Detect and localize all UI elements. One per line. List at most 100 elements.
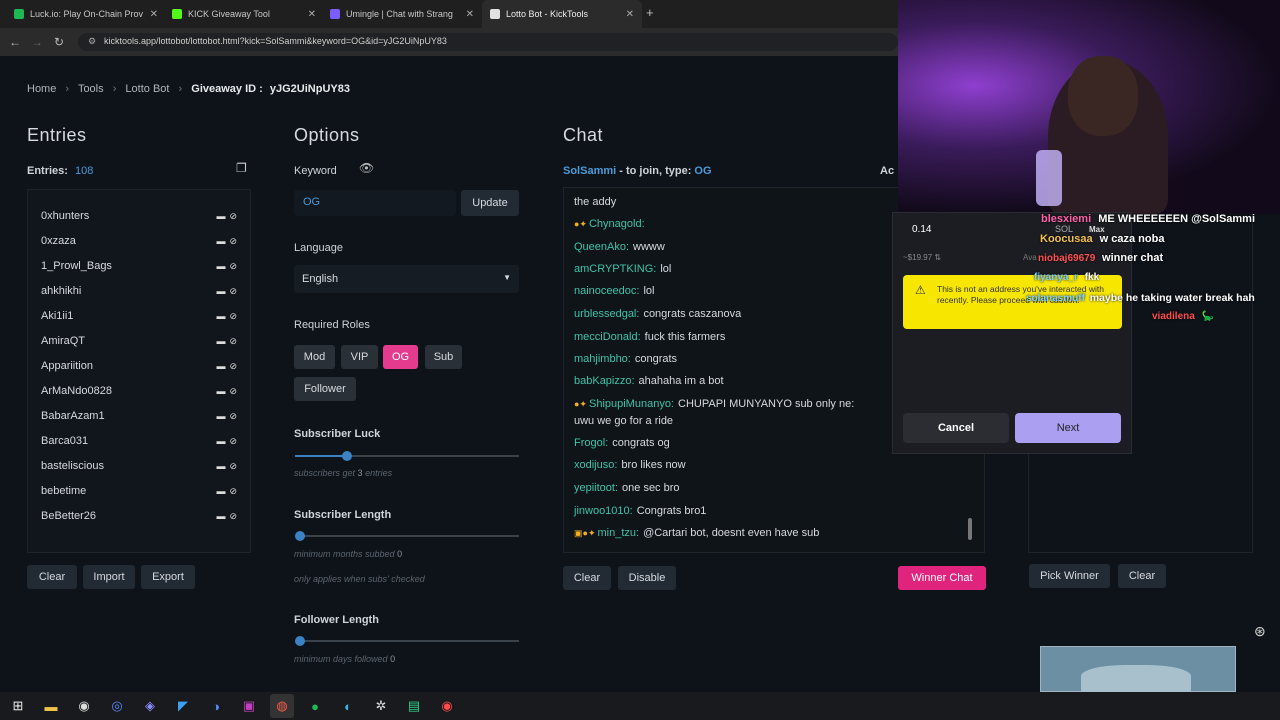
chat-username[interactable]: Chynagold: — [589, 218, 645, 230]
entry-row[interactable]: BabarAzam1 ▬⊘ — [41, 410, 241, 422]
chat-username[interactable]: ShipupiMunanyo: — [589, 398, 674, 410]
wallet-amount[interactable]: 0.14 — [912, 224, 931, 235]
remove-entry-icon[interactable]: ▬ — [216, 386, 229, 396]
wallet-next-button[interactable]: Next — [1015, 413, 1121, 443]
chat-username[interactable]: mahjimbho: — [574, 353, 631, 365]
back-icon[interactable]: ← — [4, 35, 26, 49]
remove-entry-icon[interactable]: ▬ — [216, 361, 229, 371]
winner-chat-button[interactable]: Winner Chat — [898, 566, 986, 590]
entries-export-button[interactable]: Export — [141, 565, 195, 589]
spotify-icon[interactable]: ● — [303, 694, 327, 718]
file-explorer-icon[interactable]: ▬ — [39, 694, 63, 718]
remove-entry-icon[interactable]: ▬ — [216, 486, 229, 496]
entry-row[interactable]: 0xhunters ▬⊘ — [41, 210, 241, 222]
language-select[interactable]: English ▼ — [294, 265, 519, 293]
role-mod[interactable]: Mod — [294, 345, 335, 369]
tab-close-icon[interactable]: ✕ — [150, 9, 158, 20]
follower-length-slider[interactable] — [295, 636, 519, 646]
role-follower[interactable]: Follower — [294, 377, 356, 401]
remove-entry-icon[interactable]: ▬ — [216, 311, 229, 321]
slider-knob[interactable] — [341, 451, 352, 461]
chat-scrollbar[interactable] — [968, 518, 972, 540]
remove-entry-icon[interactable]: ▬ — [216, 511, 229, 521]
forward-icon[interactable]: → — [26, 35, 48, 49]
entry-row[interactable]: AmiraQT ▬⊘ — [41, 335, 241, 347]
app3-icon[interactable]: ◉ — [435, 694, 459, 718]
kick-icon[interactable]: ▣ — [237, 694, 261, 718]
entry-row[interactable]: Appariition ▬⊘ — [41, 360, 241, 372]
discord-icon[interactable]: ◈ — [138, 694, 162, 718]
role-sub[interactable]: Sub — [425, 345, 462, 369]
ban-entry-icon[interactable]: ⊘ — [229, 386, 241, 396]
tab-luck[interactable]: Luck.io: Play On-Chain Prov ✕ — [6, 0, 166, 28]
tab-close-icon[interactable]: ✕ — [466, 9, 474, 20]
browser-icon[interactable]: ◎ — [105, 694, 129, 718]
chat-username[interactable]: amCRYPTKING: — [574, 263, 656, 275]
chat-username[interactable]: min_tzu: — [597, 527, 639, 539]
breadcrumb-lotto[interactable]: Lotto Bot — [125, 83, 169, 95]
subscriber-length-slider[interactable] — [295, 531, 519, 541]
ban-entry-icon[interactable]: ⊘ — [229, 411, 241, 421]
role-vip[interactable]: VIP — [341, 345, 378, 369]
windows-icon[interactable]: ⊞ — [6, 694, 30, 718]
entry-row[interactable]: Aki1ii1 ▬⊘ — [41, 310, 241, 322]
breadcrumb-home[interactable]: Home — [27, 83, 56, 95]
ban-entry-icon[interactable]: ⊘ — [229, 236, 241, 246]
tab-umingle[interactable]: Umingle | Chat with Strang ✕ — [322, 0, 482, 28]
eye-icon[interactable]: 👁 — [359, 161, 374, 175]
settings-icon[interactable]: ✲ — [369, 694, 393, 718]
ban-entry-icon[interactable]: ⊘ — [229, 211, 241, 221]
keyword-input[interactable]: OG — [294, 190, 456, 216]
reload-icon[interactable]: ↻ — [48, 35, 70, 49]
pick-winner-button[interactable]: Pick Winner — [1029, 564, 1110, 588]
new-tab-button[interactable]: + — [646, 5, 654, 20]
entry-row[interactable]: Barca031 ▬⊘ — [41, 435, 241, 447]
slider-knob[interactable] — [295, 531, 305, 541]
site-info-icon[interactable]: ⚙ — [88, 36, 96, 47]
entry-row[interactable]: ArMaNdo0828 ▬⊘ — [41, 385, 241, 397]
tab-lotto-bot[interactable]: Lotto Bot - KickTools ✕ — [482, 0, 642, 28]
chat-channel[interactable]: SolSammi — [563, 165, 616, 177]
ban-entry-icon[interactable]: ⊘ — [229, 511, 241, 521]
remove-entry-icon[interactable]: ▬ — [216, 211, 229, 221]
tab-close-icon[interactable]: ✕ — [308, 9, 316, 20]
remove-entry-icon[interactable]: ▬ — [216, 411, 229, 421]
app-icon[interactable]: ◑ — [204, 694, 228, 718]
entries-clear-button[interactable]: Clear — [27, 565, 77, 589]
entry-row[interactable]: bebetime ▬⊘ — [41, 485, 241, 497]
ban-entry-icon[interactable]: ⊘ — [229, 311, 241, 321]
tab-close-icon[interactable]: ✕ — [626, 9, 634, 20]
ban-entry-icon[interactable]: ⊘ — [229, 486, 241, 496]
entries-import-button[interactable]: Import — [83, 565, 135, 589]
swap-icon[interactable]: ⇅ — [934, 253, 941, 262]
wallet-cancel-button[interactable]: Cancel — [903, 413, 1009, 443]
app2-icon[interactable]: ▤ — [402, 694, 426, 718]
chat-username[interactable]: Frogol: — [574, 437, 608, 449]
chat-username[interactable]: xodijuso: — [574, 459, 617, 471]
entry-row[interactable]: basteliscious ▬⊘ — [41, 460, 241, 472]
ban-entry-icon[interactable]: ⊘ — [229, 461, 241, 471]
remove-entry-icon[interactable]: ▬ — [216, 336, 229, 346]
dev-tools-icon[interactable]: ⊛ — [1254, 623, 1266, 640]
winner-clear-button[interactable]: Clear — [1118, 564, 1166, 588]
chrome-icon[interactable]: ◍ — [270, 694, 294, 718]
chat-username[interactable]: jinwoo1010: — [574, 505, 633, 517]
chat-username[interactable]: nainoceedoc: — [574, 285, 639, 297]
keyword-update-button[interactable]: Update — [461, 190, 519, 216]
tab-kick-giveaway[interactable]: KICK Giveaway Tool ✕ — [164, 0, 324, 28]
chat-username[interactable]: mecciDonald: — [574, 331, 641, 343]
vscode-icon[interactable]: ◤ — [171, 694, 195, 718]
ban-entry-icon[interactable]: ⊘ — [229, 286, 241, 296]
entry-row[interactable]: 1_Prowl_Bags ▬⊘ — [41, 260, 241, 272]
ban-entry-icon[interactable]: ⊘ — [229, 361, 241, 371]
entry-row[interactable]: 0xzaza ▬⊘ — [41, 235, 241, 247]
role-og[interactable]: OG — [383, 345, 418, 369]
ban-entry-icon[interactable]: ⊘ — [229, 436, 241, 446]
chat-clear-button[interactable]: Clear — [563, 566, 611, 590]
remove-entry-icon[interactable]: ▬ — [216, 436, 229, 446]
chat-username[interactable]: urblessedgal: — [574, 308, 639, 320]
edge-icon[interactable]: ◐ — [336, 694, 360, 718]
url-field[interactable]: ⚙ kicktools.app/lottobot/lottobot.html?k… — [78, 33, 898, 51]
entries-list[interactable]: 0xhunters ▬⊘ 0xzaza ▬⊘ 1_Prowl_Bags ▬⊘ ahkhikh… — [27, 189, 251, 553]
chat-username[interactable]: yepiitoot: — [574, 482, 618, 494]
